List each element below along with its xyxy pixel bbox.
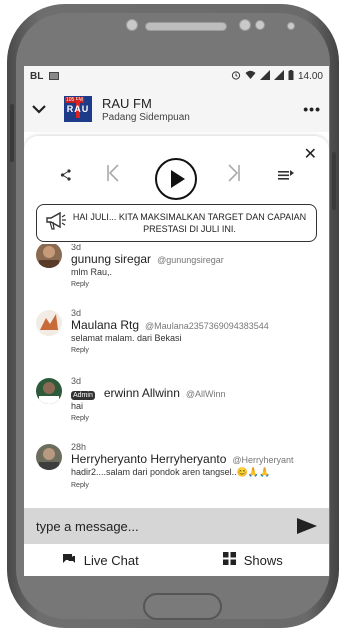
chat-panel: ✕ HAI JULI... KITA MAKSIMALKAN TARGET DA… <box>24 136 329 576</box>
megaphone-icon <box>45 211 71 236</box>
chat-messages: 3d gunung siregar @gunungsiregar mlm Rau… <box>24 244 329 508</box>
author-handle: @Herryheryant <box>232 455 294 465</box>
message-author: gunung siregar @gunungsiregar <box>71 252 325 266</box>
status-time: 14.00 <box>297 70 323 82</box>
reply-button[interactable]: Reply <box>71 482 325 489</box>
message-time: 28h <box>71 442 87 452</box>
author-name[interactable]: Maulana Rtg <box>71 318 139 332</box>
player-controls <box>24 158 329 200</box>
sensor-icon <box>255 20 265 30</box>
tab-label: Live Chat <box>83 552 139 568</box>
announcement-text: HAI JULI... KITA MAKSIMALKAN TARGET DAN … <box>72 212 307 234</box>
sensor-icon <box>239 19 251 31</box>
wifi-icon <box>245 70 256 82</box>
message-body: 3d Admin erwinn Allwinn @AllWinn hai Rep… <box>71 376 325 422</box>
message-time: 3d <box>71 376 82 386</box>
station-info: RAU FM Padang Sidempuan <box>102 96 190 123</box>
message-author: Maulana Rtg @Maulana2357369094383544 <box>71 318 325 332</box>
camera-icon <box>126 19 138 31</box>
status-left: BL <box>30 70 60 82</box>
author-name[interactable]: gunung siregar <box>71 252 151 266</box>
message-body: 28h Herryheryanto Herryheryanto @Herryhe… <box>71 442 325 489</box>
playlist-icon[interactable] <box>278 168 294 184</box>
share-icon[interactable] <box>60 168 72 184</box>
message-time: 3d <box>71 308 82 318</box>
station-city: Padang Sidempuan <box>102 111 190 123</box>
admin-badge: Admin <box>71 391 95 400</box>
alarm-icon <box>231 70 241 82</box>
avatar <box>36 244 62 268</box>
speaker-grille <box>145 22 227 31</box>
next-icon[interactable] <box>227 164 241 188</box>
tab-label: Shows <box>243 552 283 568</box>
message-body: 3d Maulana Rtg @Maulana2357369094383544 … <box>71 308 325 354</box>
tab-shows[interactable]: Shows <box>177 544 330 576</box>
avatar <box>36 444 62 470</box>
battery-icon <box>288 70 294 82</box>
station-name: RAU FM <box>102 95 152 111</box>
status-bar: BL 14.00 <box>24 66 329 86</box>
message-text: mlm Rau,. <box>71 267 113 277</box>
volume-button <box>10 104 14 162</box>
chat-message: 3d gunung siregar @gunungsiregar mlm Rau… <box>24 244 329 302</box>
previous-icon[interactable] <box>106 164 120 188</box>
avatar <box>36 378 62 404</box>
message-text: hadir2....salam dari pondok aren tangsel… <box>71 467 271 477</box>
station-logo: 105 FM RAU <box>64 96 92 122</box>
author-name[interactable]: Herryheryanto Herryheryanto <box>71 452 226 466</box>
play-icon <box>171 170 185 188</box>
reply-button[interactable]: Reply <box>71 347 325 354</box>
sensor-icon <box>287 22 295 30</box>
grid-icon <box>222 552 236 568</box>
author-handle: @Maulana2357369094383544 <box>145 321 269 331</box>
reply-button[interactable]: Reply <box>71 415 325 422</box>
logo-frequency: 105 FM <box>65 97 84 103</box>
chevron-down-icon[interactable] <box>32 101 56 118</box>
screen: BL 14.00 105 FM RAU RAU FM Padang Sidemp… <box>24 66 329 576</box>
announcement-banner: HAI JULI... KITA MAKSIMALKAN TARGET DAN … <box>36 204 317 242</box>
avatar <box>36 310 62 336</box>
author-name[interactable]: erwinn Allwinn <box>104 386 180 400</box>
play-button[interactable] <box>155 158 197 200</box>
message-composer <box>24 508 329 544</box>
message-input[interactable] <box>36 518 291 534</box>
home-button[interactable] <box>143 593 222 620</box>
message-author: Admin erwinn Allwinn @AllWinn <box>71 386 325 400</box>
stage: { "status_bar": { "carrier": "BL", "time… <box>0 0 346 632</box>
author-handle: @AllWinn <box>185 389 226 399</box>
tab-live-chat[interactable]: Live Chat <box>24 544 177 576</box>
message-time: 3d <box>71 244 82 252</box>
chat-message: 3d Maulana Rtg @Maulana2357369094383544 … <box>24 308 329 368</box>
chat-message: 28h Herryheryanto Herryheryanto @Herryhe… <box>24 442 329 502</box>
chat-icon <box>62 553 76 568</box>
reply-button[interactable]: Reply <box>71 281 325 288</box>
signal-icon <box>273 70 284 82</box>
player-header: 105 FM RAU RAU FM Padang Sidempuan ••• <box>24 86 329 132</box>
image-icon <box>49 72 60 80</box>
message-body: 3d gunung siregar @gunungsiregar mlm Rau… <box>71 244 325 288</box>
bottom-tabs: Live Chat Shows <box>24 544 329 576</box>
status-right: 14.00 <box>231 70 323 82</box>
author-handle: @gunungsiregar <box>157 255 224 265</box>
message-author: Herryheryanto Herryheryanto @Herryheryan… <box>71 452 325 466</box>
signal-icon <box>259 70 270 82</box>
message-text: selamat malam. dari Bekasi <box>71 333 182 343</box>
logo-text: RAU <box>66 104 90 114</box>
more-options-button[interactable]: ••• <box>303 101 321 117</box>
send-icon[interactable] <box>297 518 317 534</box>
message-text: hai <box>71 401 84 411</box>
carrier-label: BL <box>30 70 44 82</box>
chat-message: 3d Admin erwinn Allwinn @AllWinn hai Rep… <box>24 376 329 436</box>
power-button <box>332 152 336 210</box>
